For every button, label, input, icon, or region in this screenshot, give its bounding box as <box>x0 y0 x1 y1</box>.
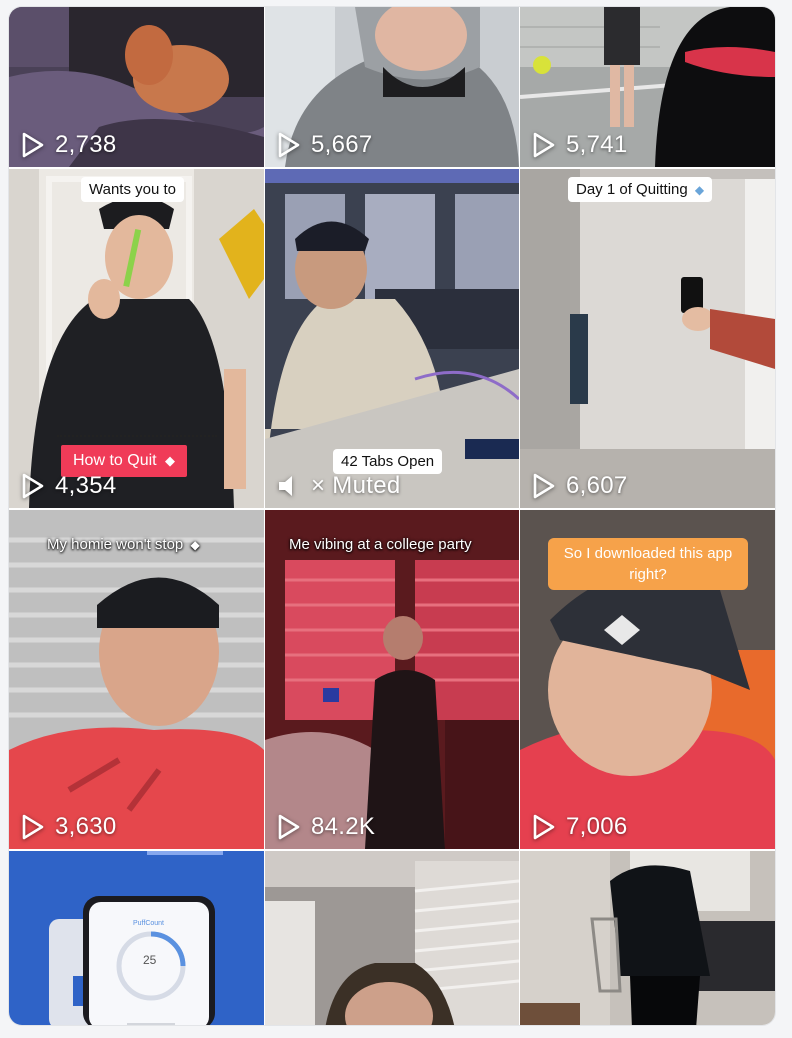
video-tile[interactable]: 5,741 <box>520 7 775 167</box>
view-count: 5,667 <box>277 131 373 159</box>
play-icon <box>533 814 555 840</box>
view-count-label: 5,667 <box>311 131 373 158</box>
video-thumbnail <box>520 169 775 508</box>
video-caption: Day 1 of Quitting ◆ <box>568 177 713 202</box>
video-caption: 42 Tabs Open <box>333 449 443 474</box>
video-caption-text: Day 1 of Quitting <box>576 181 688 198</box>
view-count-label: 7,006 <box>566 813 628 840</box>
video-tile[interactable]: 5,667 <box>265 7 519 167</box>
video-tile[interactable]: Wants you to How to Quit ◆ 4,354 <box>9 169 264 508</box>
play-icon <box>278 814 300 840</box>
video-tile[interactable]: So I downloaded this app right? 7,006 <box>520 510 775 849</box>
play-icon <box>533 473 555 499</box>
video-tile[interactable]: PuffCount 25 <box>9 851 264 1025</box>
video-caption: Wants you to <box>81 177 184 202</box>
video-tile[interactable]: Me vibing at a college party 84.2K <box>265 510 519 849</box>
video-caption: So I downloaded this app right? <box>548 538 748 590</box>
muted-label: × Muted <box>311 472 401 499</box>
video-tile[interactable]: 2,738 <box>9 7 264 167</box>
video-thumbnail <box>520 851 775 1025</box>
gem-icon: ◆ <box>165 453 176 468</box>
video-grid: 2,738 5,667 5,741 Wants you to How to Qu… <box>9 7 775 1025</box>
gem-icon: ◆ <box>694 183 705 197</box>
view-count-label: 4,354 <box>55 472 117 499</box>
play-icon <box>22 814 44 840</box>
video-thumbnail <box>265 510 519 849</box>
video-thumbnail <box>9 510 264 849</box>
play-icon <box>278 132 300 158</box>
view-count: 2,738 <box>21 131 117 159</box>
gem-icon: ◆ <box>190 538 200 552</box>
view-count: 6,607 <box>532 472 628 500</box>
view-count-label: 5,741 <box>566 131 628 158</box>
video-tile[interactable] <box>265 851 519 1025</box>
play-icon <box>22 132 44 158</box>
view-count-label: 84.2K <box>311 813 376 840</box>
video-grid-card: 2,738 5,667 5,741 Wants you to How to Qu… <box>8 6 776 1026</box>
overlay-text: How to Quit <box>73 452 157 469</box>
video-tile[interactable]: Day 1 of Quitting ◆ 6,607 <box>520 169 775 508</box>
view-count: 3,630 <box>21 813 117 841</box>
muted-indicator[interactable]: × Muted <box>277 472 401 500</box>
video-thumbnail <box>9 851 264 1025</box>
puff-counter: 25 <box>143 953 157 967</box>
view-count-label: 2,738 <box>55 131 117 158</box>
video-tile[interactable] <box>520 851 775 1025</box>
view-count-label: 3,630 <box>55 813 117 840</box>
view-count: 7,006 <box>532 813 628 841</box>
video-thumbnail <box>265 851 519 1025</box>
muted-text: Muted <box>332 472 401 499</box>
caption-dotted-border <box>57 435 217 437</box>
view-count: 5,741 <box>532 131 628 159</box>
video-tile[interactable]: 42 Tabs Open × Muted <box>265 169 519 508</box>
video-caption-text: My homie won't stop <box>47 536 184 553</box>
view-count: 84.2K <box>277 813 375 841</box>
video-caption: Me vibing at a college party <box>289 536 472 553</box>
speaker-muted-icon <box>279 476 292 496</box>
app-name: PuffCount <box>133 920 165 927</box>
video-caption: My homie won't stop ◆ <box>47 536 200 553</box>
view-count: 4,354 <box>21 472 117 500</box>
video-tile[interactable]: My homie won't stop ◆ 3,630 <box>9 510 264 849</box>
play-icon <box>533 132 555 158</box>
view-count-label: 6,607 <box>566 472 628 499</box>
play-icon <box>22 473 44 499</box>
